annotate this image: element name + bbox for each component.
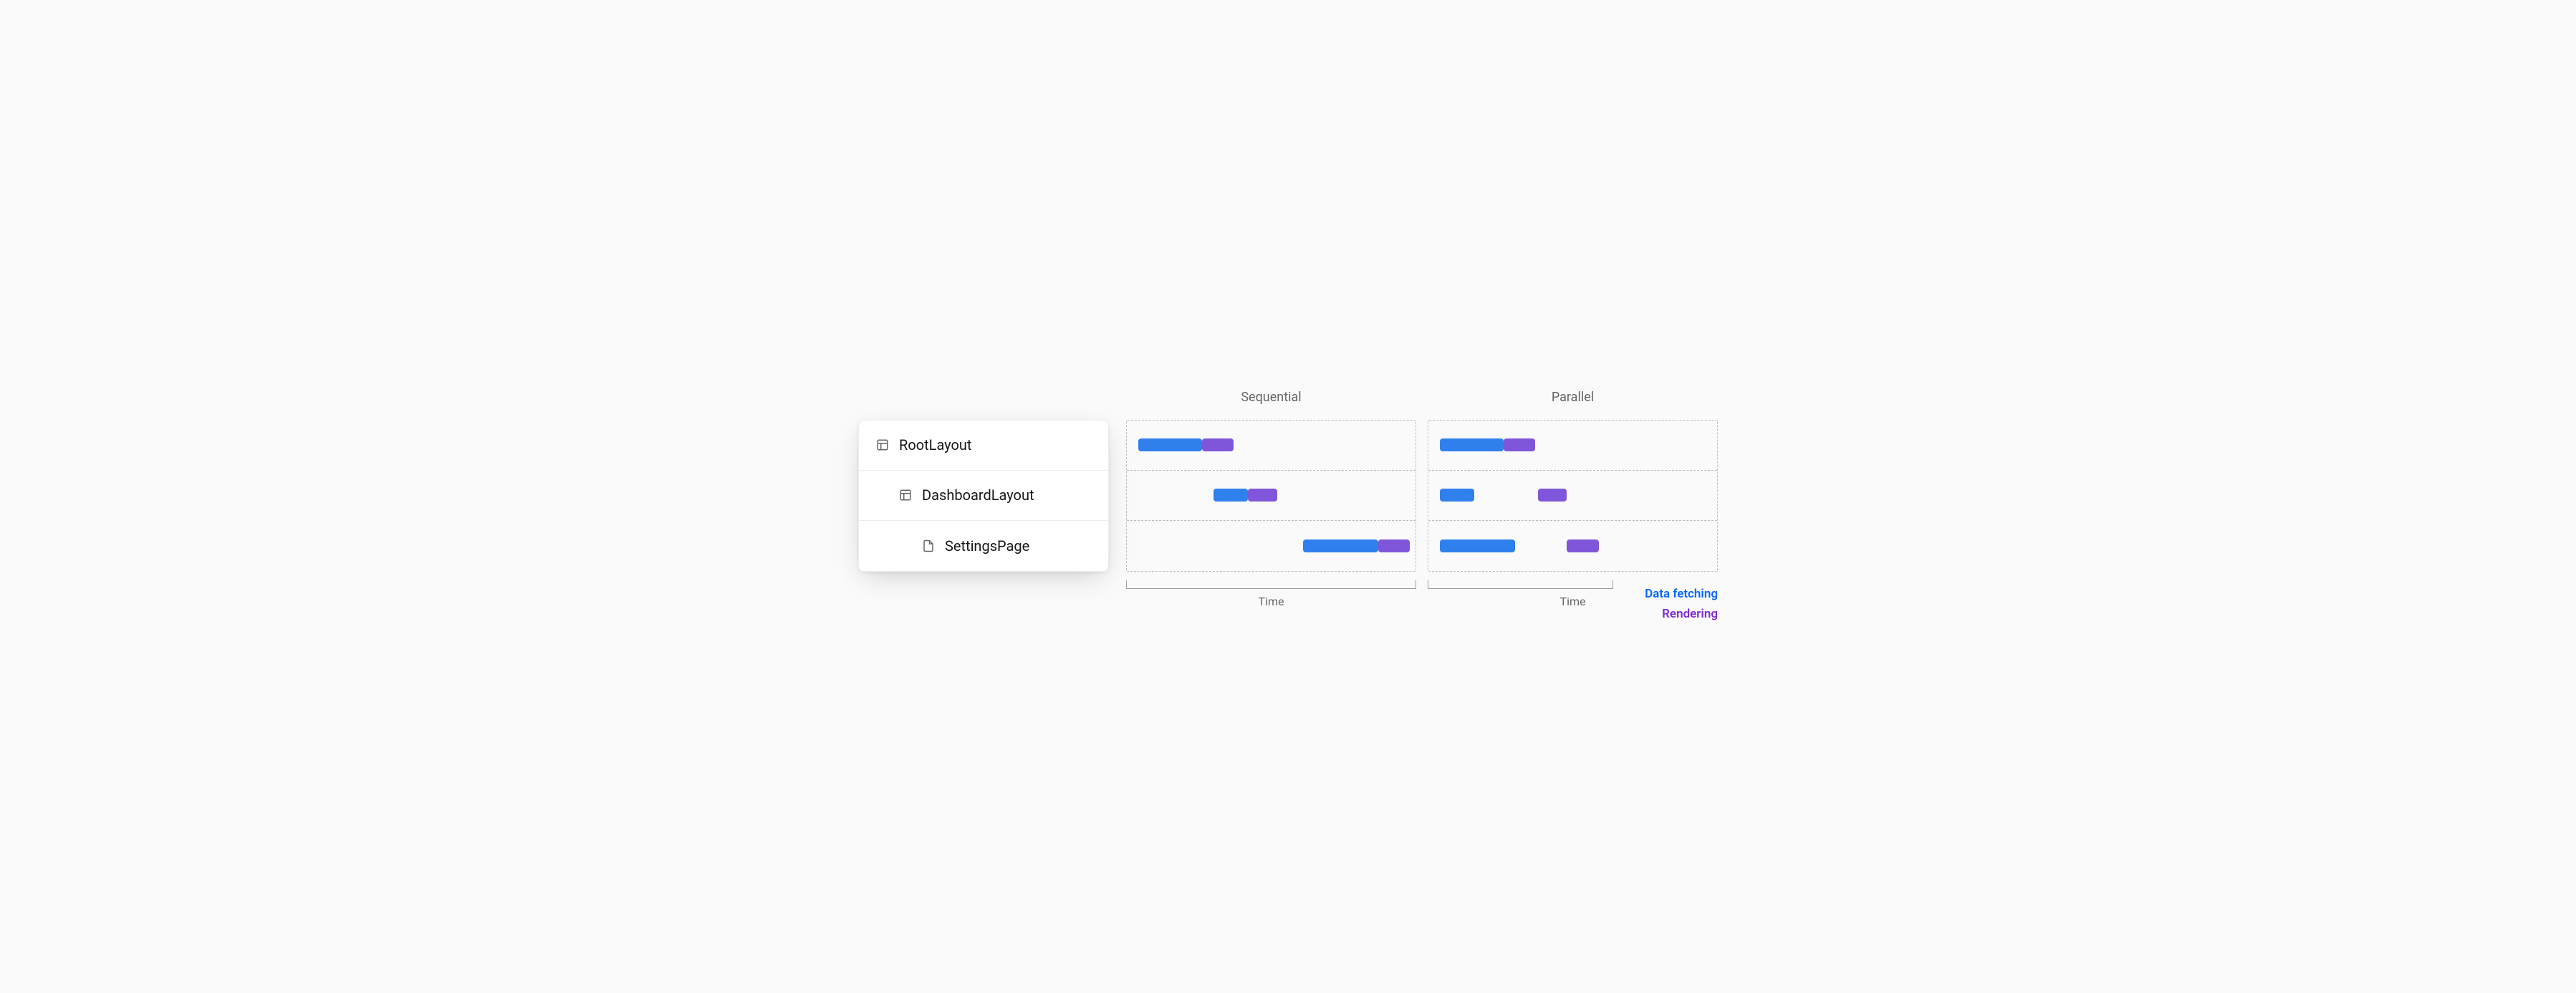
file-icon <box>922 539 935 552</box>
bar-data-fetching <box>1138 438 1202 451</box>
chart-row <box>1127 421 1416 471</box>
tree-row-settings-page: SettingsPage <box>859 521 1108 571</box>
bar-rendering <box>1248 489 1277 502</box>
bar-data-fetching <box>1440 539 1515 552</box>
bar-data-fetching <box>1440 438 1504 451</box>
layout-icon <box>876 438 889 451</box>
bar-rendering <box>1538 489 1567 502</box>
legend: Data fetching Rendering <box>1645 587 1718 621</box>
legend-rendering: Rendering <box>1645 607 1718 621</box>
chart-grid-parallel <box>1428 420 1718 572</box>
time-label: Time <box>1560 595 1586 608</box>
diagram-canvas: RootLayout DashboardLayout SettingsPage <box>858 385 1718 608</box>
bar-data-fetching <box>1303 539 1378 552</box>
bar-rendering <box>1378 539 1410 552</box>
tree-row-root-layout: RootLayout <box>859 421 1108 471</box>
time-axis: Time <box>1126 580 1416 608</box>
columns: RootLayout DashboardLayout SettingsPage <box>858 385 1718 608</box>
tree-row-label: RootLayout <box>899 436 971 454</box>
time-bracket <box>1428 580 1613 589</box>
bar-rendering <box>1202 438 1234 451</box>
tree-row-label: DashboardLayout <box>922 486 1034 504</box>
chart-sequential: Sequential <box>1126 385 1416 608</box>
bar-rendering <box>1504 438 1535 451</box>
chart-parallel: Parallel <box>1428 385 1718 608</box>
time-bracket <box>1126 580 1416 589</box>
layout-icon <box>899 489 912 502</box>
chart-row <box>1428 471 1717 521</box>
time-label: Time <box>1259 595 1284 608</box>
chart-grid-sequential <box>1126 420 1416 572</box>
tree-row-dashboard-layout: DashboardLayout <box>859 471 1108 521</box>
bar-data-fetching <box>1440 489 1474 502</box>
chart-row <box>1127 471 1416 521</box>
bar-rendering <box>1567 539 1598 552</box>
chart-title: Parallel <box>1428 385 1718 420</box>
chart-row <box>1428 521 1717 571</box>
component-tree-card: RootLayout DashboardLayout SettingsPage <box>858 420 1109 572</box>
tree-row-label: SettingsPage <box>945 537 1029 555</box>
charts-area: Sequential <box>1126 385 1718 608</box>
chart-row <box>1428 421 1717 471</box>
bar-data-fetching <box>1213 489 1248 502</box>
chart-title: Sequential <box>1126 385 1416 420</box>
chart-row <box>1127 521 1416 571</box>
legend-data-fetching: Data fetching <box>1645 587 1718 601</box>
